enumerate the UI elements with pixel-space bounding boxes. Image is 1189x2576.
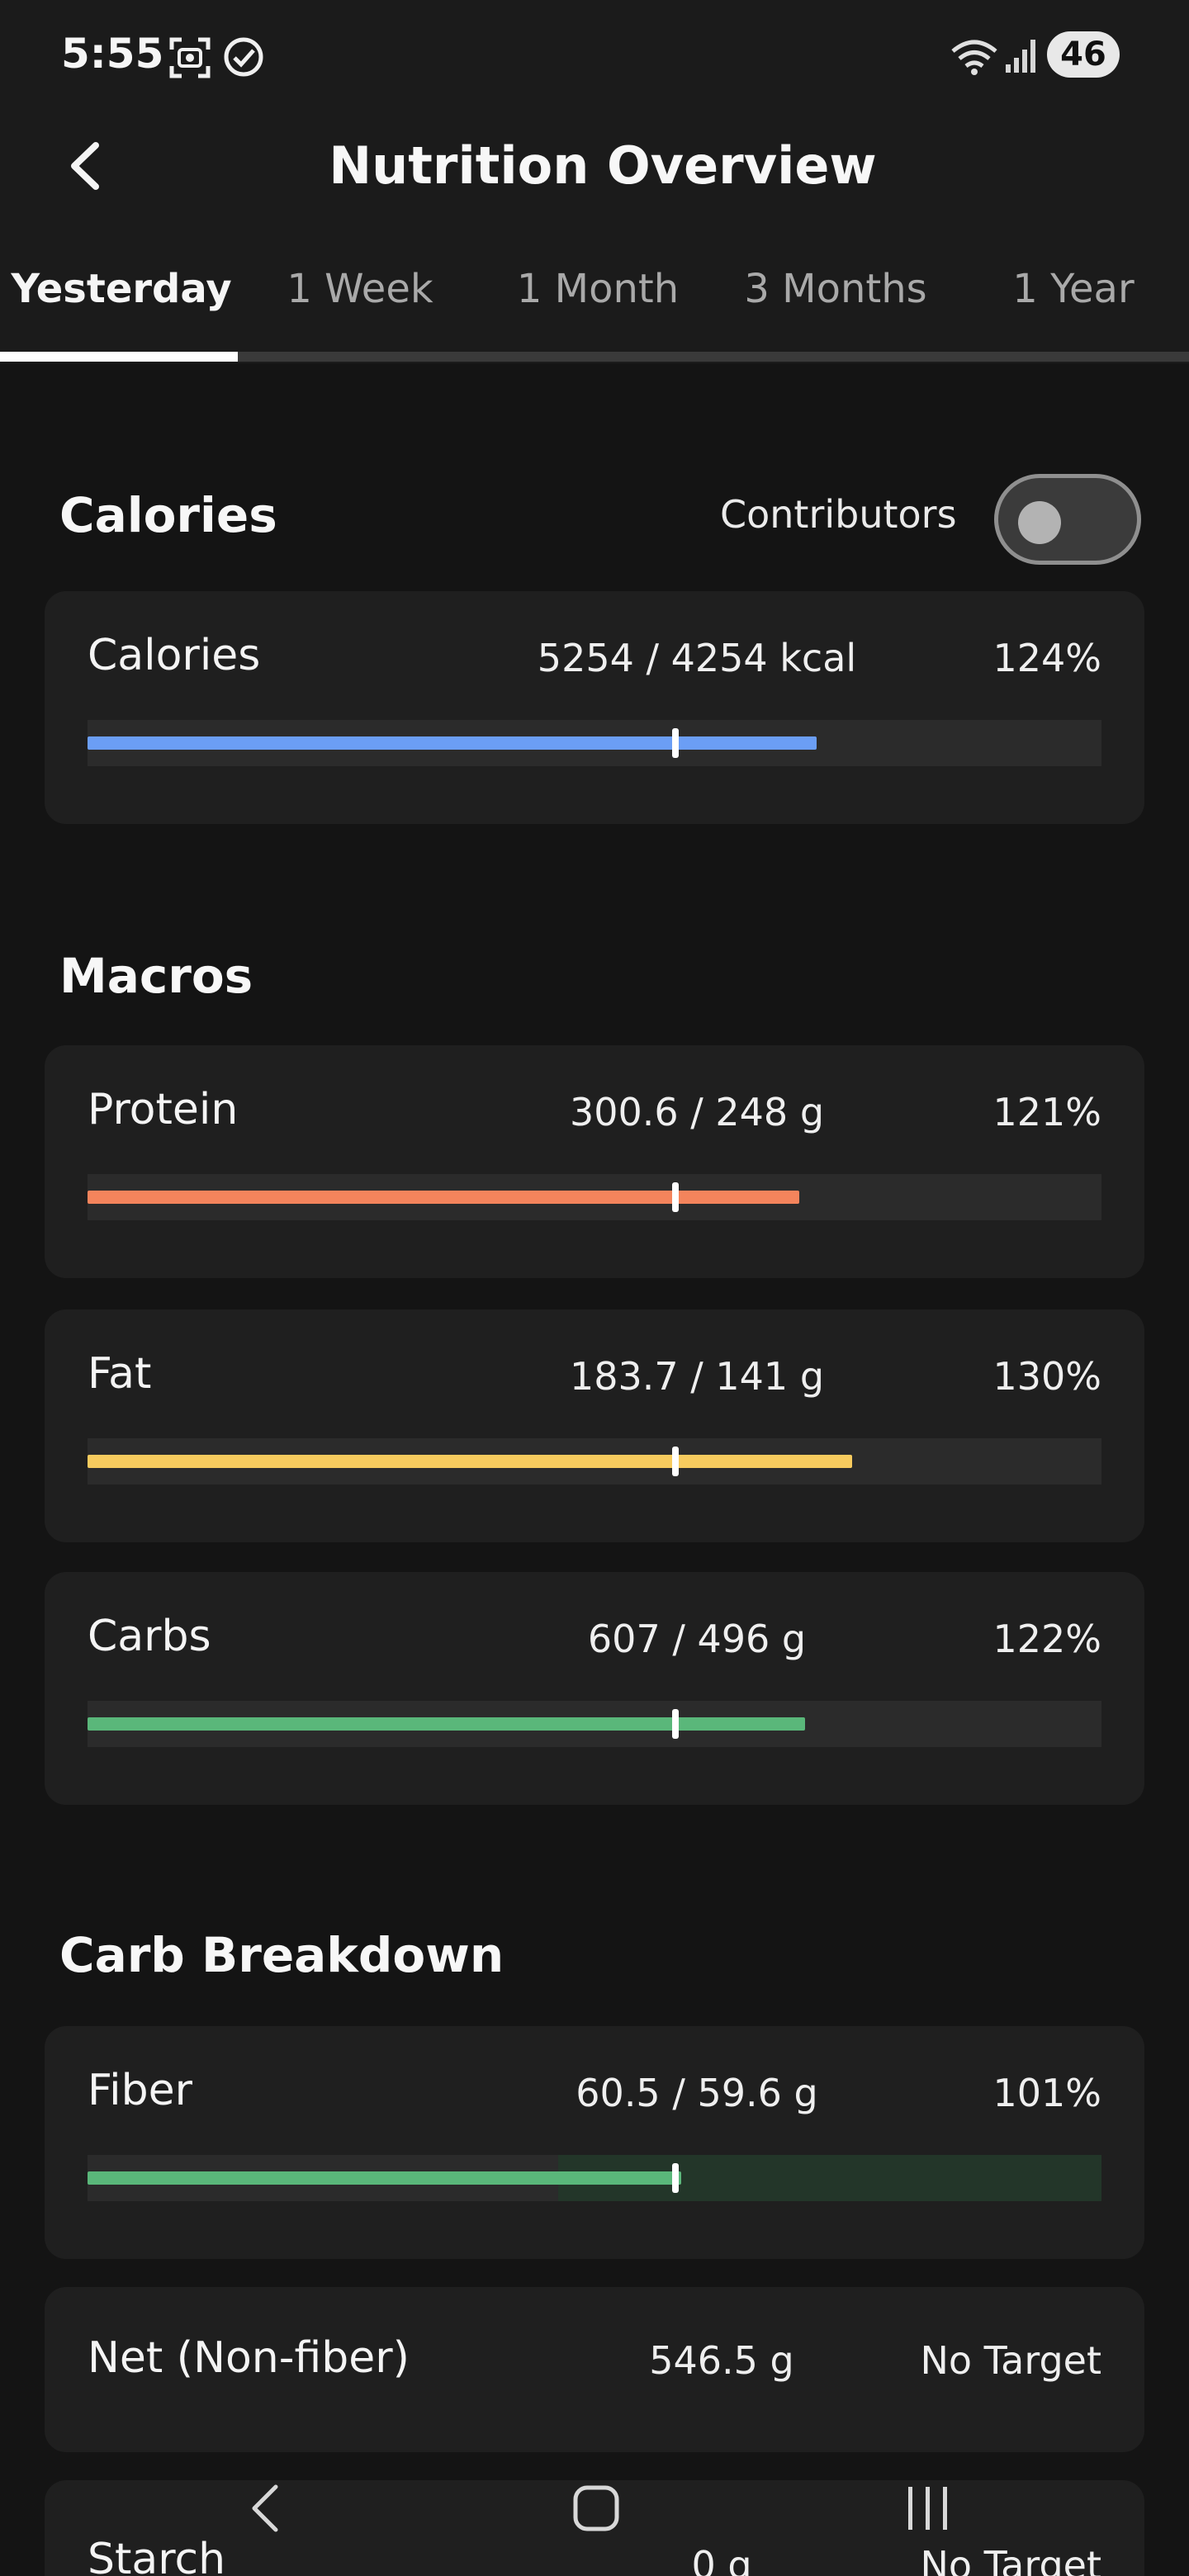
nutrient-percent: 124% [992, 636, 1101, 680]
screenshot-icon [169, 37, 211, 78]
tab-yesterday[interactable]: Yesterday [0, 256, 243, 322]
target-marker [672, 728, 679, 758]
battery-icon: 46 [1047, 31, 1120, 78]
nutrient-card-calories[interactable]: Calories 5254 / 4254 kcal 124% [45, 591, 1144, 824]
target-marker [672, 1447, 679, 1476]
target-marker [672, 1182, 679, 1212]
app-bar: Nutrition Overview Yesterday 1 Week 1 Mo… [0, 107, 1189, 363]
wifi-icon [951, 40, 997, 75]
status-time: 5:55 [61, 30, 164, 78]
nutrient-percent: 101% [992, 2071, 1101, 2115]
nutrient-card-protein[interactable]: Protein 300.6 / 248 g 121% [45, 1045, 1144, 1278]
progress-track [88, 1701, 1101, 1747]
nutrient-card-fiber[interactable]: Fiber 60.5 / 59.6 g 101% [45, 2026, 1144, 2259]
tab-1-year[interactable]: 1 Year [955, 256, 1189, 322]
target-marker [672, 1709, 679, 1739]
check-circle-icon [224, 37, 263, 77]
section-title-carb-breakdown: Carb Breakdown [59, 1927, 504, 1983]
tab-1-month[interactable]: 1 Month [479, 256, 717, 322]
tab-3-months[interactable]: 3 Months [717, 256, 955, 322]
progress-track [88, 2155, 1101, 2201]
nutrient-percent: 130% [992, 1354, 1101, 1399]
nutrient-percent: 121% [992, 1090, 1101, 1134]
signal-icon [1006, 40, 1035, 73]
progress-track [88, 720, 1101, 766]
section-title-calories: Calories [59, 487, 277, 543]
progress-track [88, 1438, 1101, 1485]
contributors-label: Contributors [720, 492, 957, 537]
section-title-macros: Macros [59, 948, 253, 1004]
nav-home-icon[interactable] [571, 2484, 621, 2533]
toggle-knob [1018, 501, 1061, 544]
nav-recents-icon[interactable] [903, 2484, 953, 2533]
nutrient-card-carbs[interactable]: Carbs 607 / 496 g 122% [45, 1572, 1144, 1805]
nutrition-overview-screen: 5:55 46 Nutrition Overview Yesterday 1 W… [0, 0, 1189, 2576]
nutrient-card-fat[interactable]: Fat 183.7 / 141 g 130% [45, 1309, 1144, 1542]
progress-fill [88, 1717, 805, 1731]
target-marker [672, 2163, 679, 2193]
tab-1-week[interactable]: 1 Week [241, 256, 479, 322]
progress-fill [88, 736, 817, 750]
nav-back-icon[interactable] [244, 2482, 286, 2535]
nutrient-percent: No Target [920, 2543, 1102, 2576]
page-title: Nutrition Overview [329, 135, 877, 196]
progress-track [88, 1174, 1101, 1220]
progress-fill [88, 1455, 852, 1468]
progress-fill [88, 2171, 682, 2185]
tab-indicator [0, 352, 238, 362]
nutrient-percent: 122% [992, 1617, 1101, 1661]
contributors-toggle[interactable] [994, 474, 1141, 565]
status-bar: 5:55 46 [0, 0, 1189, 107]
nutrient-card-net-carbs[interactable]: Net (Non-fiber) 546.5 g No Target [45, 2287, 1144, 2452]
progress-fill [88, 1191, 799, 1204]
nutrient-percent: No Target [920, 2338, 1102, 2383]
